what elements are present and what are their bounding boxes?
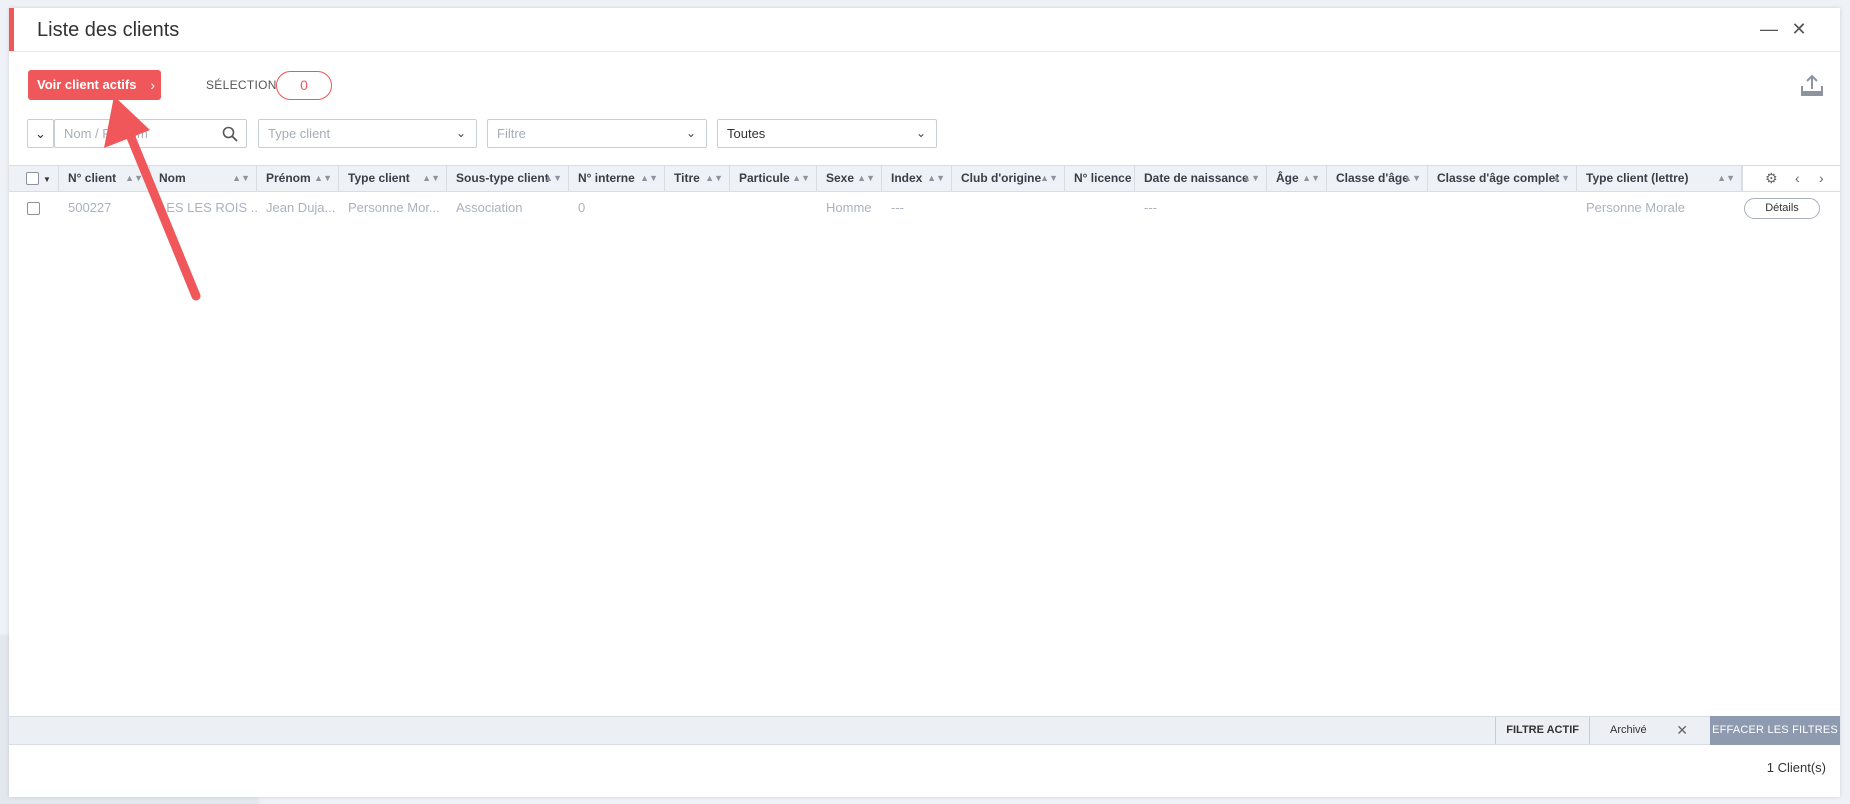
column-header-client-type[interactable]: Type client ▲▼ xyxy=(339,166,447,191)
column-header-index[interactable]: Index ▲▼ xyxy=(882,166,952,191)
cell-home-club xyxy=(952,194,1065,221)
row-checkbox-cell[interactable] xyxy=(9,194,59,221)
column-header-sex[interactable]: Sexe ▲▼ xyxy=(817,166,882,191)
filter-placeholder: Filtre xyxy=(497,126,526,141)
cell-birth-date: --- xyxy=(1144,200,1157,215)
cell-licence-number xyxy=(1065,194,1135,221)
column-header-home-club[interactable]: Club d'origine ▲▼ xyxy=(952,166,1065,191)
chevron-left-icon[interactable]: ‹ xyxy=(1795,166,1800,191)
show-active-clients-label: Voir client actifs xyxy=(37,77,137,92)
scope-value: Toutes xyxy=(727,126,766,141)
column-header-client-subtype[interactable]: Sous-type client ▲▼ xyxy=(447,166,569,191)
column-header-full-age-class[interactable]: Classe d'âge complet ▲▼ xyxy=(1428,166,1577,191)
select-all-header[interactable]: ▼ xyxy=(9,166,59,191)
filter-toggle-dropdown[interactable]: ⌄ xyxy=(27,119,54,148)
details-button[interactable]: Détails xyxy=(1744,198,1820,219)
clients-window: Liste des clients — ✕ Voir client actifs… xyxy=(9,8,1840,797)
column-header-client-type-letter[interactable]: Type client (lettre) ▲▼ xyxy=(1577,166,1742,191)
cell-client-type: Personne Mor... xyxy=(348,200,440,215)
cell-full-age-class xyxy=(1428,194,1577,221)
column-header-title[interactable]: Titre ▲▼ xyxy=(665,166,730,191)
cell-age xyxy=(1267,194,1327,221)
cell-particle xyxy=(730,194,817,221)
row-checkbox[interactable] xyxy=(27,202,40,216)
chevron-down-icon: ⌄ xyxy=(685,126,696,140)
column-header-client-number[interactable]: N° client ▲▼ xyxy=(59,166,150,191)
active-filters-bar: FILTRE ACTIF Archivé ✕ EFFACER LES FILTR… xyxy=(9,716,1840,745)
gear-icon[interactable]: ⚙ xyxy=(1765,166,1778,191)
selection-label: SÉLECTION xyxy=(206,78,277,92)
cell-first-name: Jean Duja... xyxy=(266,200,336,215)
chevron-right-icon[interactable]: › xyxy=(1819,166,1824,191)
cell-age-class xyxy=(1327,194,1428,221)
column-header-licence-number[interactable]: N° licence xyxy=(1065,166,1135,191)
column-header-age[interactable]: Âge ▲▼ xyxy=(1267,166,1327,191)
chevron-down-icon: ⌄ xyxy=(915,126,926,140)
remove-filter-icon[interactable]: ✕ xyxy=(1676,717,1688,744)
cell-name: LES LES ROIS ... xyxy=(159,200,257,215)
cell-client-subtype: Association xyxy=(456,200,523,215)
cell-internal-number: 0 xyxy=(578,200,586,215)
name-search-input[interactable]: Nom / Prénom xyxy=(54,119,247,148)
column-header-particle[interactable]: Particule ▲▼ xyxy=(730,166,817,191)
client-type-select[interactable]: Type client ⌄ xyxy=(258,119,477,148)
cell-client-type-letter: Personne Morale xyxy=(1586,200,1685,215)
cell-client-number: 500227 xyxy=(68,200,112,215)
client-count: 1 Client(s) xyxy=(1766,760,1826,775)
search-icon[interactable] xyxy=(222,126,238,142)
name-search-placeholder: Nom / Prénom xyxy=(64,126,148,141)
column-header-name[interactable]: Nom ▲▼ xyxy=(150,166,257,191)
clear-filters-button[interactable]: EFFACER LES FILTRES xyxy=(1710,716,1840,745)
window-title: Liste des clients xyxy=(37,19,180,41)
cell-sex: Homme xyxy=(826,200,872,215)
selection-count-badge[interactable]: 0 xyxy=(276,71,332,100)
table-header: ▼ N° client ▲▼ Nom ▲▼ Prénom ▲▼ Type client… xyxy=(9,165,1840,192)
filter-select[interactable]: Filtre ⌄ xyxy=(487,119,707,148)
show-active-clients-button[interactable]: Voir client actifs › xyxy=(28,70,161,100)
client-type-placeholder: Type client xyxy=(268,126,331,141)
active-filter-chip-label: Archivé xyxy=(1610,724,1647,736)
titlebar: Liste des clients — ✕ xyxy=(9,8,1840,52)
scope-select[interactable]: Toutes ⌄ xyxy=(717,119,937,148)
active-filter-chip: Archivé ✕ xyxy=(1602,717,1692,744)
column-header-first-name[interactable]: Prénom ▲▼ xyxy=(257,166,339,191)
table-tools: ⚙ ‹ › xyxy=(1742,166,1840,191)
close-button[interactable]: ✕ xyxy=(1788,18,1810,40)
select-all-checkbox[interactable] xyxy=(26,172,39,186)
chevron-down-icon: ⌄ xyxy=(35,126,46,141)
column-header-internal-number[interactable]: N° interne ▲▼ xyxy=(569,166,665,191)
cell-index: --- xyxy=(891,200,904,215)
table-row[interactable]: 500227 LES LES ROIS ... Jean Duja... Per… xyxy=(9,194,1840,221)
cell-title xyxy=(665,194,730,221)
chevron-right-icon: › xyxy=(150,77,155,93)
minimize-button[interactable]: — xyxy=(1758,18,1780,40)
export-icon[interactable] xyxy=(1798,72,1826,100)
chevron-down-icon: ⌄ xyxy=(455,126,466,140)
column-header-age-class[interactable]: Classe d'âge ▲▼ xyxy=(1327,166,1428,191)
column-header-birth-date[interactable]: Date de naissance ▲▼ xyxy=(1135,166,1267,191)
caret-down-icon[interactable]: ▼ xyxy=(43,175,51,184)
active-filter-label: FILTRE ACTIF xyxy=(1495,717,1590,744)
